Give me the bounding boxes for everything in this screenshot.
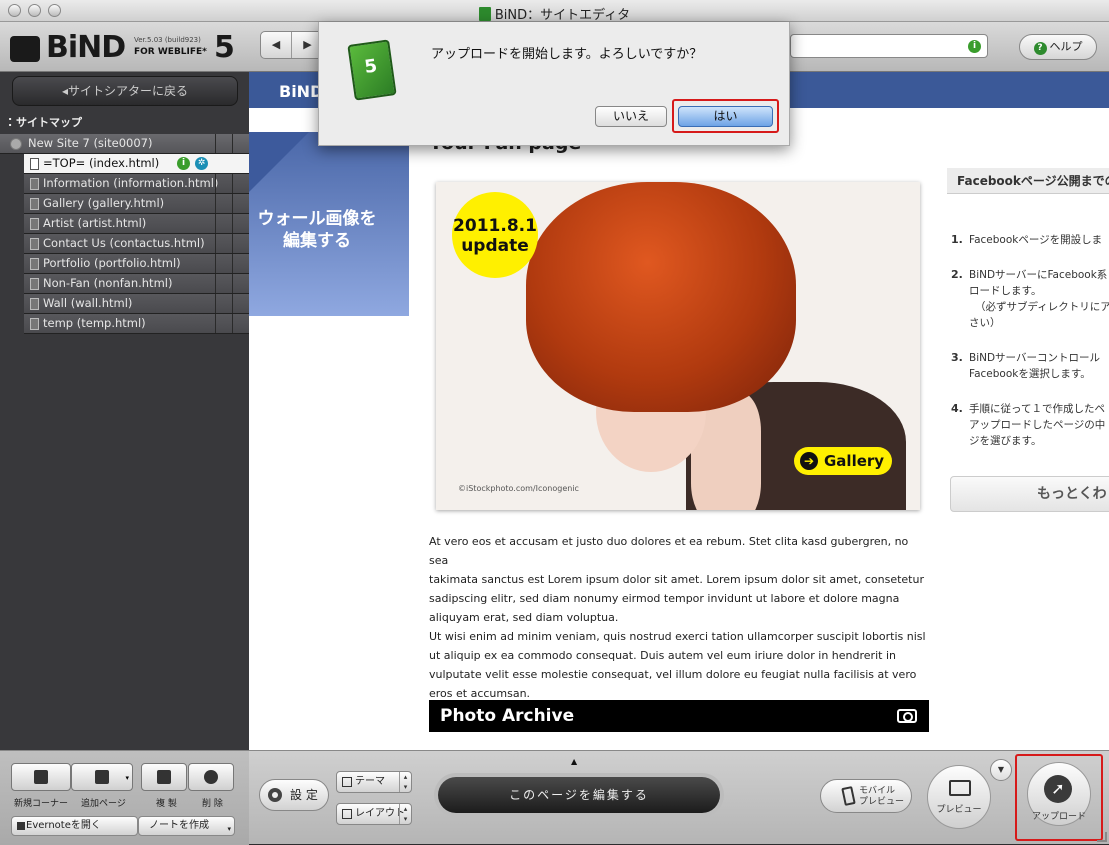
page-icon (30, 278, 39, 290)
create-note-button[interactable]: ノートを作成 ▾ (138, 816, 235, 836)
address-bar[interactable]: i (790, 34, 988, 58)
update-date-badge: 2011.8.1 update (452, 192, 538, 278)
body-text: At vero eos et accusam et justo duo dolo… (429, 535, 926, 700)
chevron-down-icon: ▾ (125, 774, 129, 782)
yes-button[interactable]: はい (678, 106, 773, 127)
app-icon (478, 7, 491, 21)
sitemap-title: ⁚ サイトマップ (8, 116, 83, 129)
more-details-button[interactable]: もっとくわし (950, 476, 1109, 512)
help-button[interactable]: ? ヘルプ (1019, 34, 1097, 60)
settings-button[interactable]: 設 定 (259, 779, 329, 811)
layout-icon (342, 809, 352, 819)
page-icon (30, 198, 39, 210)
chevron-down-icon[interactable]: ▼ (990, 759, 1012, 781)
page-icon (30, 158, 39, 170)
no-button[interactable]: いいえ (595, 106, 667, 127)
facebook-guide-title: Facebookページ公開までの (947, 168, 1109, 194)
gallery-button[interactable]: ➔ Gallery (794, 447, 892, 475)
mobile-preview-button[interactable]: モバイル プレビュー (820, 779, 912, 813)
camera-icon (897, 709, 917, 723)
site-root[interactable]: New Site 7 (site0007) (0, 134, 249, 154)
sitemap-page[interactable]: Gallery (gallery.html) (24, 194, 249, 214)
stepper-icon: ▴ ▾ (399, 772, 411, 792)
duplicate-icon (157, 770, 171, 784)
window-titlebar: BiND：サイトエディタ (0, 0, 1109, 23)
gear-icon[interactable]: ✲ (195, 157, 208, 170)
page-preview: BiND ウォール画像を編集する Your Fan page 2011.8.1u… (249, 72, 1109, 750)
theme-icon (342, 777, 352, 787)
sitemap-page[interactable]: =TOP= (index.html) i ✲ (24, 154, 249, 174)
notebook-icon (10, 36, 40, 62)
page-icon (30, 178, 39, 190)
sitemap-page[interactable]: Contact Us (contactus.html) (24, 234, 249, 254)
step-item: 1. Facebookページを開設しま (951, 233, 1103, 246)
layout-button[interactable]: レイアウト ▴ ▾ (336, 803, 412, 825)
yes-highlight: はい (672, 99, 779, 133)
bind-app-icon (347, 39, 397, 101)
photo-credit: ©iStockphoto.com/Iconogenic (458, 484, 579, 493)
nav-buttons: ◀ ▶ (260, 31, 324, 59)
stepper-icon: ▴ ▾ (399, 804, 411, 824)
page-icon (30, 318, 39, 330)
globe-icon (10, 138, 22, 150)
minus-circle-icon (204, 770, 218, 784)
sitemap-page[interactable]: Wall (wall.html) (24, 294, 249, 314)
upload-confirm-dialog: アップロードを開始します。よろしいですか？ いいえ はい (318, 22, 790, 146)
expand-up-icon[interactable]: ▲ (571, 757, 577, 766)
upload-arrow-icon: ➚ (1044, 775, 1072, 803)
add-page-button[interactable]: ▾ (71, 763, 133, 791)
bottom-toolbar: ▾ 新規コーナー 追加ページ 複 製 削 除 Evernoteを開く ノートを作… (0, 750, 1109, 845)
page-icon (30, 258, 39, 270)
sitemap-page[interactable]: temp (temp.html) (24, 314, 249, 334)
sitemap-page[interactable]: Non-Fan (nonfan.html) (24, 274, 249, 294)
theme-button[interactable]: テーマ ▴ ▾ (336, 771, 412, 793)
window-title: BiND：サイトエディタ (494, 8, 631, 23)
add-page-icon (95, 770, 109, 784)
photo-archive-heading: Photo Archive (429, 700, 929, 732)
upload-highlight: ➚ アップロード (1015, 754, 1103, 841)
preview-button[interactable]: プレビュー (927, 765, 991, 829)
evernote-icon (17, 822, 25, 830)
step-item: 4. 手順に従って１で作成したペ アップロードしたページの中 ジを選びます。 (951, 402, 1106, 447)
hero-image: 2011.8.1 update ➔ Gallery ©iStockphoto.com… (436, 182, 920, 510)
page-icon (30, 238, 39, 250)
back-to-site-theater-button[interactable]: ◂サイトシアターに戻る (12, 76, 238, 106)
upload-button[interactable]: ➚ アップロード (1027, 762, 1091, 826)
duplicate-button[interactable] (141, 763, 187, 791)
preview-icon (949, 780, 971, 796)
wall-image-edit-panel[interactable]: ウォール画像を 編集する (249, 132, 409, 316)
step-item: 2. BiNDサーバーにFacebook系 ロードします。 （必ずサブディレクトリにア… (951, 268, 1109, 329)
sitemap-page[interactable]: Artist (artist.html) (24, 214, 249, 234)
resize-handle[interactable] (1097, 832, 1107, 842)
info-icon[interactable]: i (968, 40, 981, 53)
sitemap-tree: New Site 7 (site0007) =TOP= (index.html)… (0, 134, 249, 334)
page-icon (30, 218, 39, 230)
chevron-down-icon: ▾ (227, 825, 231, 833)
sitemap-page[interactable]: Information (information.html) (24, 174, 249, 194)
step-item: 3. BiNDサーバーコントロール Facebookを選択します。 (951, 351, 1100, 380)
arrow-right-icon: ➔ (800, 452, 818, 470)
app-logo: BiND Ver.5.03 (build923) FOR WEBLIFE* 5 (10, 30, 240, 66)
back-button[interactable]: ◀ (261, 32, 292, 58)
sitemap-tools: ▾ 新規コーナー 追加ページ 複 製 削 除 Evernoteを開く ノートを作… (0, 751, 249, 845)
new-corner-button[interactable] (11, 763, 71, 791)
gear-icon (268, 788, 282, 802)
info-icon[interactable]: i (177, 157, 190, 170)
new-corner-icon (34, 770, 48, 784)
facebook-steps: 1. Facebookページを開設しま 2. BiNDサーバーにFacebook系ロ… (951, 232, 1109, 468)
page-icon (30, 298, 39, 310)
question-icon: ? (1033, 42, 1047, 55)
delete-button[interactable] (188, 763, 234, 791)
open-evernote-button[interactable]: Evernoteを開く (11, 816, 138, 836)
sitemap-page[interactable]: Portfolio (portfolio.html) (24, 254, 249, 274)
sidebar: ◂サイトシアターに戻る ⁚ サイトマップ New Site 7 (site000… (0, 72, 249, 750)
dialog-message: アップロードを開始します。よろしいですか？ (431, 47, 703, 62)
edit-this-page-button[interactable]: このページを編集する (434, 773, 724, 817)
mobile-icon (841, 786, 856, 806)
